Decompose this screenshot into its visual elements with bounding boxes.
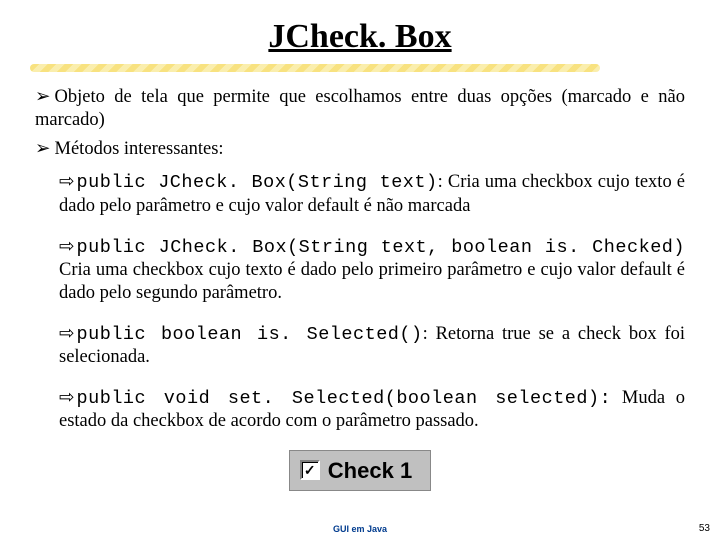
title-accent: [30, 64, 600, 72]
checkbox-demo: ✓ Check 1: [35, 450, 685, 492]
checkbox-label: Check 1: [328, 457, 412, 485]
method-signature: public void set. Selected(boolean select…: [77, 388, 612, 409]
check-icon: ✓: [304, 463, 316, 477]
bullet-text: Objeto de tela que permite que escolhamo…: [35, 87, 685, 130]
footer-text: GUI em Java: [0, 524, 720, 534]
arrow-icon: ⇨: [59, 321, 75, 344]
arrow-icon: ⇨: [59, 169, 75, 192]
bullet-icon: ➢: [35, 136, 51, 159]
checkbox-box[interactable]: ✓: [300, 460, 320, 480]
bullet-icon: ➢: [35, 84, 51, 107]
arrow-icon: ⇨: [59, 385, 75, 408]
page-number: 53: [699, 523, 710, 534]
method-desc: Cria uma checkbox cujo texto é dado pelo…: [59, 260, 685, 303]
slide-title: JCheck. Box: [268, 18, 451, 56]
arrow-icon: ⇨: [59, 234, 75, 257]
method-signature: public JCheck. Box(String text): [77, 172, 438, 193]
bullet-text: Métodos interessantes:: [55, 139, 224, 159]
method-signature: public JCheck. Box(String text, boolean …: [77, 237, 685, 258]
method-signature: public boolean is. Selected(): [77, 324, 423, 345]
slide-body: ➢Objeto de tela que permite que escolham…: [0, 72, 720, 491]
